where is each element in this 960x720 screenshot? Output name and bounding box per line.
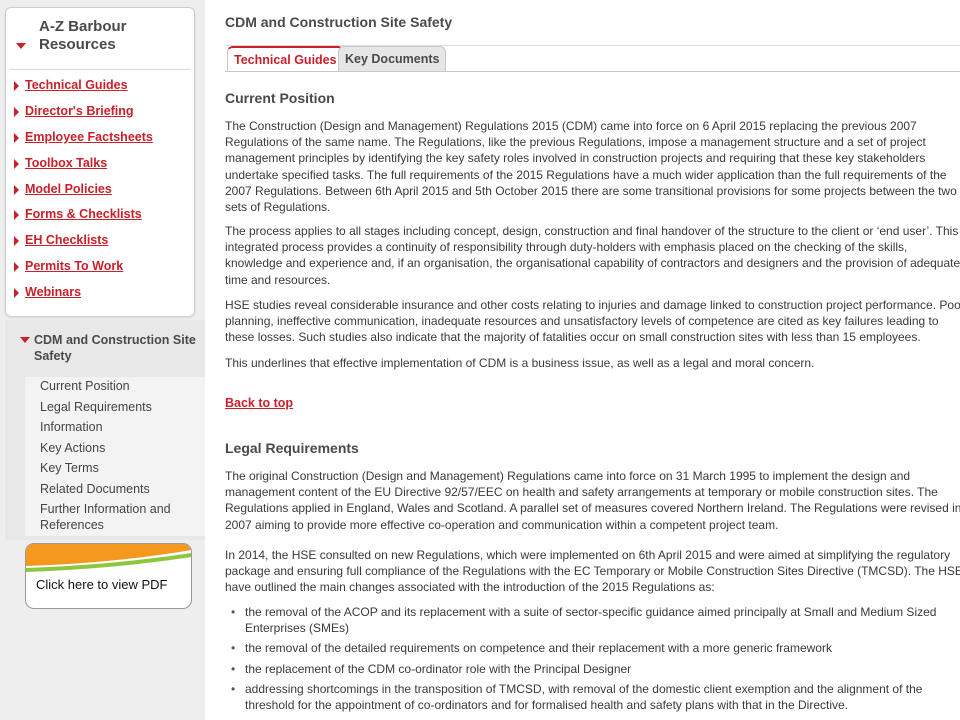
tab-bar-rule (225, 71, 960, 72)
caret-down-icon (16, 43, 26, 49)
changes-list: the removal of the ACOP and its replacem… (225, 604, 960, 717)
az-resources-title: A-Z Barbour Resources (39, 18, 127, 54)
divider (10, 69, 190, 70)
caret-right-icon (14, 288, 19, 299)
sidebar-link[interactable]: EH Checklists (25, 233, 108, 247)
section-nav-item-key-actions[interactable]: Key Actions (25, 439, 205, 460)
sidebar-link[interactable]: Permits To Work (25, 259, 123, 273)
section-nav-item-further-information[interactable]: Further Information and References (25, 500, 205, 536)
section-heading-legal-requirements: Legal Requirements (225, 440, 359, 456)
sidebar-link[interactable]: Toolbox Talks (25, 156, 107, 170)
page-title: CDM and Construction Site Safety (225, 14, 453, 30)
section-nav-item-key-terms[interactable]: Key Terms (25, 459, 205, 480)
list-item: the removal of the ACOP and its replacem… (225, 604, 960, 636)
paragraph: This underlines that effective implement… (225, 356, 815, 370)
section-nav-item-information[interactable]: Information (25, 418, 205, 439)
caret-right-icon (14, 132, 19, 143)
caret-down-icon (20, 337, 30, 343)
paragraph: The process applies to all stages includ… (225, 224, 960, 287)
list-item: the replacement of the CDM co-ordinator … (225, 661, 960, 677)
main-content: CDM and Construction Site Safety Technic… (225, 0, 960, 720)
caret-right-icon (14, 262, 19, 273)
section-nav-item-related-documents[interactable]: Related Documents (25, 480, 205, 501)
section-nav-title[interactable]: CDM and Construction Site Safety (34, 332, 199, 364)
list-item: the removal of the detailed requirements… (225, 640, 960, 656)
sidebar-link[interactable]: Model Policies (25, 182, 112, 196)
pdf-banner-swoosh (26, 544, 191, 572)
view-pdf-label: Click here to view PDF (36, 577, 168, 592)
az-title-line1: A-Z Barbour (39, 18, 127, 35)
caret-right-icon (14, 184, 19, 195)
section-heading-current-position: Current Position (225, 90, 335, 106)
section-nav-list: Current Position Legal Requirements Info… (25, 377, 205, 536)
caret-right-icon (14, 210, 19, 221)
paragraph: In 2014, the HSE consulted on new Regula… (225, 548, 960, 595)
view-pdf-button[interactable]: Click here to view PDF (25, 543, 192, 609)
paragraph: HSE studies reveal considerable insuranc… (225, 298, 960, 345)
back-to-top-link[interactable]: Back to top (225, 396, 293, 410)
sidebar-link[interactable]: Forms & Checklists (25, 207, 142, 221)
list-item: addressing shortcomings in the transposi… (225, 681, 960, 713)
sidebar: A-Z Barbour Resources Technical Guides D… (0, 0, 205, 720)
caret-right-icon (14, 236, 19, 247)
caret-right-icon (14, 158, 19, 169)
az-resources-panel: A-Z Barbour Resources Technical Guides D… (5, 7, 195, 317)
section-nav-item-legal-requirements[interactable]: Legal Requirements (25, 398, 205, 419)
section-nav-item-current-position[interactable]: Current Position (25, 377, 205, 398)
az-title-line2: Resources (39, 36, 116, 53)
paragraph: The original Construction (Design and Ma… (225, 469, 960, 532)
caret-right-icon (14, 106, 19, 117)
sidebar-link[interactable]: Webinars (25, 285, 81, 299)
caret-right-icon (14, 81, 19, 91)
tab-technical-guides[interactable]: Technical Guides (227, 46, 344, 72)
paragraph: The Construction (Design and Management)… (225, 119, 957, 215)
sidebar-link[interactable]: Technical Guides (25, 78, 128, 92)
sidebar-link[interactable]: Employee Factsheets (25, 130, 153, 144)
sidebar-link[interactable]: Director's Briefing (25, 104, 134, 118)
tab-key-documents[interactable]: Key Documents (338, 46, 447, 71)
section-nav: CDM and Construction Site Safety Current… (5, 320, 205, 540)
